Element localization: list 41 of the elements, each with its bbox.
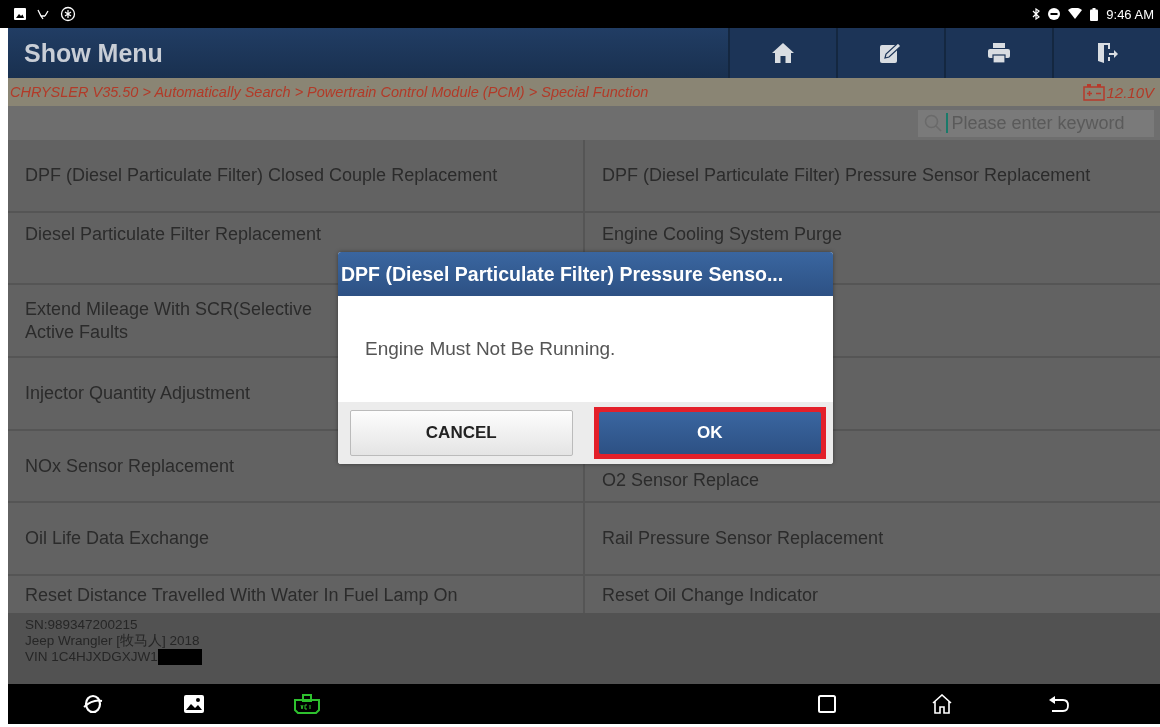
- edit-icon: [879, 42, 903, 64]
- battery-icon: [1090, 7, 1099, 21]
- breadcrumb: CHRYSLER V35.50 > Automatically Search > Powertrain Control Module (PCM) > Special Function: [10, 84, 649, 100]
- menu-item[interactable]: O2 Sensor Replace: [602, 469, 760, 493]
- page-title: Show Menu: [23, 38, 163, 68]
- menu-item[interactable]: Rail Pressure Sensor Replacement: [602, 527, 884, 551]
- voltage-reading: 12.10V: [1106, 83, 1154, 101]
- redaction-block: [157, 649, 202, 665]
- menu-item[interactable]: Engine Cooling System Purge: [602, 222, 843, 246]
- menu-item[interactable]: Reset Oil Change Indicator: [602, 584, 819, 608]
- menu-item[interactable]: DPF (Diesel Particulate Filter) Closed Couple Replacement: [25, 163, 498, 187]
- vci-connector-icon[interactable]: [292, 694, 322, 714]
- wifi-icon: [1068, 8, 1083, 20]
- print-button[interactable]: [944, 28, 1052, 78]
- dialog-message: Engine Must Not Be Running.: [365, 338, 616, 360]
- gallery-icon[interactable]: [184, 695, 204, 713]
- browser-icon[interactable]: [82, 693, 104, 715]
- home-button[interactable]: [728, 28, 836, 78]
- exit-button[interactable]: [1052, 28, 1160, 78]
- image-icon: [14, 8, 26, 20]
- menu-item[interactable]: Injector Quantity Adjustment: [25, 381, 251, 405]
- menu-item[interactable]: Diesel Particulate Filter Replacement: [25, 222, 322, 246]
- dialog-title: DPF (Diesel Particulate Filter) Pressure Senso...: [338, 252, 833, 296]
- printer-icon: [987, 42, 1011, 64]
- bluetooth-icon: [1032, 8, 1041, 20]
- exit-icon: [1095, 42, 1119, 64]
- menu-item[interactable]: NOx Sensor Replacement: [25, 454, 235, 478]
- menu-item[interactable]: DPF (Diesel Particulate Filter) Pressure Sensor Replacement: [602, 163, 1091, 187]
- menu-item[interactable]: Extend Mileage With SCR(Selective Active Faults: [25, 297, 313, 344]
- ok-button[interactable]: OK: [598, 412, 821, 454]
- status-time: 9:46 AM: [1106, 6, 1154, 22]
- recent-apps-icon[interactable]: [818, 695, 836, 713]
- usb-icon: [36, 7, 50, 21]
- edit-button[interactable]: [836, 28, 944, 78]
- menu-item[interactable]: Oil Life Data Exchange: [25, 527, 210, 551]
- back-icon[interactable]: [1048, 696, 1070, 712]
- do-not-disturb-icon: [1048, 8, 1061, 20]
- cancel-button[interactable]: CANCEL: [350, 410, 573, 456]
- home-icon[interactable]: [931, 694, 953, 714]
- home-icon: [771, 42, 795, 64]
- battery-icon: [1083, 83, 1106, 101]
